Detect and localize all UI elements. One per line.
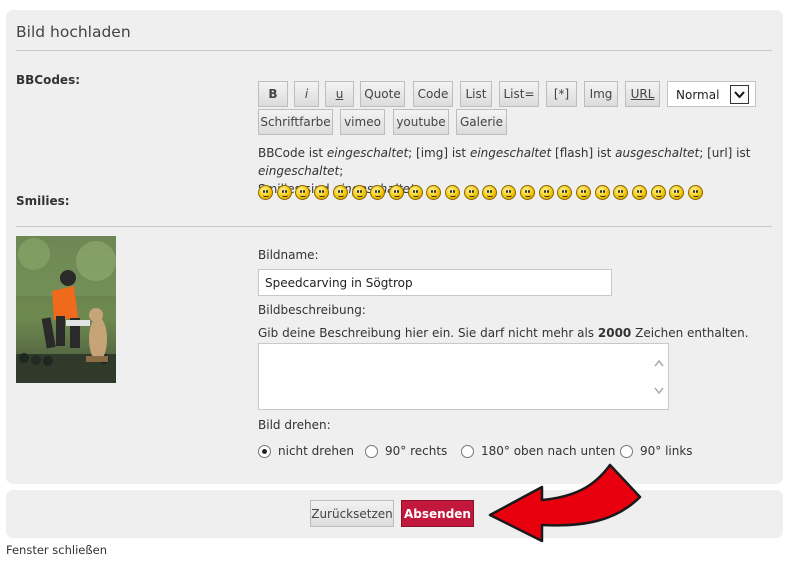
- smiley-icon[interactable]: [519, 185, 535, 200]
- panel-title: Bild hochladen: [16, 23, 131, 41]
- rotate-option-none[interactable]: nicht drehen: [258, 444, 354, 458]
- rotate-label: Bild drehen:: [258, 418, 331, 432]
- bold-button[interactable]: B: [258, 81, 288, 107]
- list-button[interactable]: List: [460, 81, 492, 107]
- image-description-textarea[interactable]: [258, 343, 669, 410]
- scrollbar-arrows-icon[interactable]: [653, 358, 665, 396]
- image-preview: [16, 236, 116, 383]
- smiley-icon[interactable]: [276, 185, 292, 200]
- vimeo-button[interactable]: vimeo: [340, 109, 385, 135]
- image-name-input[interactable]: Speedcarving in Sögtrop: [258, 269, 612, 296]
- image-name-label: Bildname:: [258, 248, 319, 262]
- url-button[interactable]: URL: [625, 81, 660, 107]
- red-arrow-annotation: [488, 463, 642, 543]
- smiley-icon[interactable]: [332, 185, 348, 200]
- smiley-icon[interactable]: [445, 185, 460, 200]
- smiley-icon[interactable]: [501, 185, 517, 200]
- image-description-label: Bildbeschreibung:: [258, 303, 366, 317]
- quote-button[interactable]: Quote: [360, 81, 405, 107]
- smiley-icon[interactable]: [351, 185, 367, 200]
- gallery-button[interactable]: Galerie: [456, 109, 507, 135]
- font-size-value: Normal: [676, 88, 720, 102]
- smilies-label: Smilies:: [16, 194, 70, 208]
- smiley-icon[interactable]: [632, 185, 647, 200]
- smiley-icon[interactable]: [407, 185, 423, 200]
- radio-icon[interactable]: [365, 444, 378, 458]
- smiley-icon[interactable]: [594, 185, 610, 200]
- font-color-button[interactable]: Schriftfarbe: [258, 109, 333, 135]
- smiley-icon[interactable]: [650, 185, 666, 200]
- title-divider: [16, 50, 772, 51]
- bbcodes-label: BBCodes:: [16, 73, 81, 87]
- font-size-select[interactable]: Normal: [667, 81, 756, 107]
- radio-icon[interactable]: [461, 444, 474, 458]
- code-button[interactable]: Code: [413, 81, 453, 107]
- reset-button[interactable]: Zurücksetzen: [310, 500, 394, 527]
- chevron-down-icon: [730, 85, 749, 104]
- smiley-icon[interactable]: [463, 185, 479, 200]
- radio-icon[interactable]: [258, 444, 271, 458]
- smiley-icon[interactable]: [575, 185, 591, 200]
- italic-button[interactable]: i: [294, 81, 319, 107]
- section-divider: [16, 226, 772, 227]
- submit-button[interactable]: Absenden: [401, 500, 474, 527]
- youtube-button[interactable]: youtube: [393, 109, 449, 135]
- smiley-icon[interactable]: [538, 185, 554, 200]
- list-item-button[interactable]: [*]: [546, 81, 577, 107]
- list-numbered-button[interactable]: List=: [499, 81, 539, 107]
- smiley-icon[interactable]: [688, 185, 704, 200]
- description-hint: Gib deine Beschreibung hier ein. Sie dar…: [258, 326, 749, 340]
- smiley-icon[interactable]: [258, 185, 273, 200]
- close-window-link[interactable]: Fenster schließen: [6, 543, 107, 557]
- rotate-option-90-right[interactable]: 90° rechts: [365, 444, 447, 458]
- img-button[interactable]: Img: [584, 81, 618, 107]
- action-panel: [6, 490, 783, 538]
- smiley-icon[interactable]: [388, 185, 404, 200]
- smiley-icon[interactable]: [314, 185, 330, 200]
- underline-button[interactable]: u: [325, 81, 354, 107]
